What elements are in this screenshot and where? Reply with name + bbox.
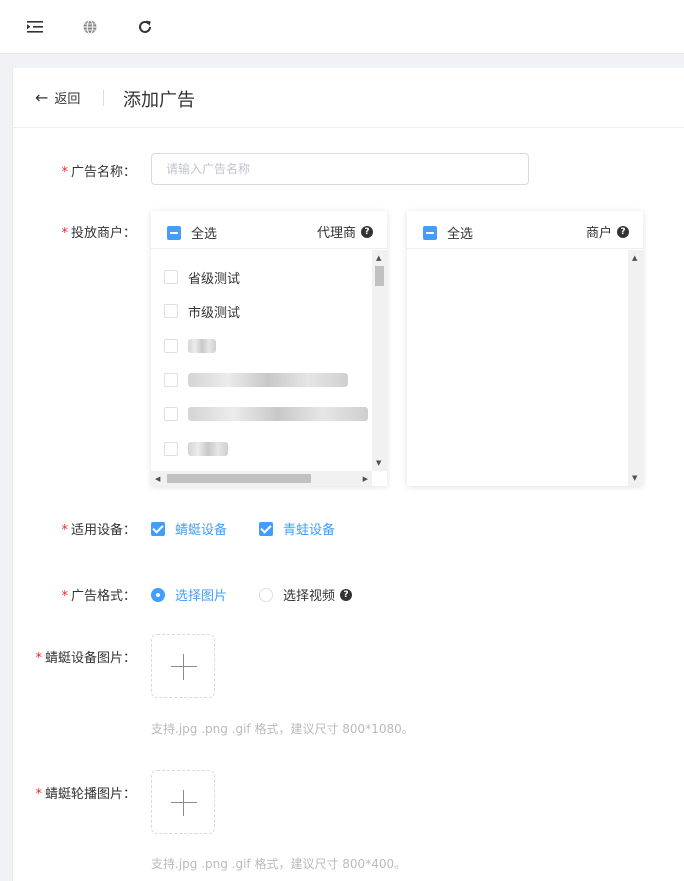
- plus-icon: [171, 666, 197, 667]
- required-mark: *: [61, 165, 68, 180]
- devices-label-text: 适用设备：: [70, 523, 136, 538]
- scroll-down-icon[interactable]: ▼: [376, 459, 381, 467]
- dragonfly-image-label-text: 蜻蜓设备图片：: [44, 651, 136, 666]
- main-card: ← 返回 添加广告 *广告名称： *投放商户： 全选 代理商 ? 省级测试: [12, 68, 684, 881]
- scroll-up-icon[interactable]: ▲: [376, 254, 381, 262]
- merchant-panel-header: 全选 商户 ?: [407, 211, 643, 249]
- back-button[interactable]: ← 返回: [35, 88, 80, 107]
- required-mark: *: [35, 651, 42, 666]
- agent-title-text: 代理商: [316, 226, 356, 241]
- image-format-radio[interactable]: 选择图片: [151, 585, 227, 604]
- plus-icon-vertical: [183, 654, 184, 680]
- required-mark: *: [35, 787, 42, 802]
- checkbox-checked-icon: [151, 521, 165, 536]
- checkbox-label: 青蛙设备: [283, 523, 336, 538]
- checkbox[interactable]: [164, 407, 178, 421]
- merchant-title-text: 商户: [585, 226, 612, 241]
- page-title: 添加广告: [123, 90, 195, 111]
- ad-name-label-text: 广告名称：: [70, 165, 136, 180]
- checkbox[interactable]: [164, 442, 178, 456]
- select-all-label: 全选: [447, 227, 474, 242]
- radio-label: 选择视频: [283, 589, 336, 604]
- list-item-label: 省级测试: [188, 271, 241, 287]
- back-label: 返回: [54, 92, 81, 107]
- checkbox[interactable]: [164, 304, 178, 318]
- agent-panel-title: 代理商 ?: [317, 222, 373, 241]
- redacted-label: [188, 373, 348, 387]
- merchant-select-all-checkbox[interactable]: 全选: [423, 223, 473, 242]
- dragonfly-image-upload[interactable]: [151, 634, 215, 698]
- ad-name-label: * 广告名称：: [61, 161, 136, 180]
- select-all-label: 全选: [191, 227, 218, 242]
- ad-format-label-text: 广告格式：: [70, 589, 136, 604]
- radio-label: 选择图片: [175, 589, 228, 604]
- scroll-right-icon[interactable]: ▶: [363, 475, 368, 483]
- dragonfly-carousel-upload[interactable]: [151, 770, 215, 834]
- checkbox[interactable]: [164, 270, 178, 284]
- merchant-list: ▲ ▼: [407, 250, 643, 486]
- required-mark: *: [61, 523, 68, 538]
- list-item[interactable]: [164, 439, 228, 459]
- scroll-up-icon[interactable]: ▲: [632, 254, 637, 262]
- checkbox-checked-icon: [259, 521, 273, 536]
- list-item-label: 市级测试: [188, 305, 241, 321]
- page-header: ← 返回 添加广告: [13, 68, 684, 128]
- agent-list: 省级测试 市级测试 ▲ ▼ ◀ ▶: [151, 250, 387, 486]
- dragonfly-carousel-label: * 蜻蜓轮播图片：: [35, 783, 136, 802]
- scroll-down-icon[interactable]: ▼: [632, 474, 637, 482]
- refresh-icon[interactable]: [135, 17, 155, 37]
- required-mark: *: [61, 226, 68, 241]
- ad-name-input[interactable]: [151, 153, 529, 185]
- question-icon[interactable]: ?: [340, 588, 353, 601]
- checkbox-label: 蜻蜓设备: [175, 523, 228, 538]
- header-divider: [103, 90, 104, 106]
- dragonfly-image-label: * 蜻蜓设备图片：: [35, 647, 136, 666]
- devices-label: * 适用设备：: [61, 519, 136, 538]
- agent-select-all-checkbox[interactable]: 全选: [167, 223, 217, 242]
- scrollbar-thumb[interactable]: [167, 474, 311, 483]
- dragonfly-carousel-label-text: 蜻蜓轮播图片：: [44, 787, 136, 802]
- agent-vertical-scrollbar[interactable]: ▲ ▼: [372, 250, 387, 471]
- merchants-label: * 投放商户：: [61, 222, 136, 241]
- required-mark: *: [61, 589, 68, 604]
- list-item[interactable]: [164, 336, 216, 356]
- list-item[interactable]: 省级测试: [164, 267, 240, 287]
- merchant-vertical-scrollbar[interactable]: ▲ ▼: [628, 250, 643, 486]
- ad-format-label: * 广告格式：: [61, 585, 136, 604]
- arrow-left-icon: ←: [35, 87, 49, 107]
- dragonfly-carousel-hint: 支持.jpg .png .gif 格式，建议尺寸 800*400。: [151, 857, 407, 871]
- checkbox[interactable]: [164, 373, 178, 387]
- plus-icon-vertical: [183, 790, 184, 816]
- checkbox[interactable]: [164, 339, 178, 353]
- scroll-left-icon[interactable]: ◀: [155, 475, 160, 483]
- question-icon[interactable]: ?: [617, 225, 629, 238]
- video-format-radio[interactable]: 选择视频 ?: [259, 585, 353, 604]
- redacted-label: [188, 339, 216, 353]
- merchant-transfer-panel: 全选 商户 ? ▲ ▼: [407, 211, 643, 486]
- checkbox-indeterminate-icon: [167, 225, 181, 240]
- list-item[interactable]: [164, 404, 368, 424]
- scrollbar-thumb[interactable]: [375, 266, 384, 286]
- top-toolbar: [0, 0, 684, 54]
- agent-horizontal-scrollbar[interactable]: ◀ ▶: [151, 471, 372, 486]
- list-item[interactable]: 市级测试: [164, 301, 240, 321]
- question-icon[interactable]: ?: [361, 225, 373, 238]
- radio-selected-icon: [151, 587, 165, 602]
- agent-transfer-panel: 全选 代理商 ? 省级测试 市级测试 ▲ ▼ ◀ ▶: [151, 211, 387, 486]
- checkbox-indeterminate-icon: [423, 225, 437, 240]
- frog-device-checkbox[interactable]: 青蛙设备: [259, 519, 335, 538]
- globe-icon[interactable]: [80, 17, 100, 37]
- redacted-label: [188, 407, 368, 421]
- menu-fold-icon[interactable]: [25, 17, 45, 37]
- list-item[interactable]: [164, 370, 348, 390]
- dragonfly-device-checkbox[interactable]: 蜻蜓设备: [151, 519, 227, 538]
- plus-icon: [171, 802, 197, 803]
- agent-panel-header: 全选 代理商 ?: [151, 211, 387, 249]
- radio-unselected-icon: [259, 587, 273, 602]
- redacted-label: [188, 442, 228, 456]
- merchants-label-text: 投放商户：: [70, 226, 136, 241]
- dragonfly-image-hint: 支持.jpg .png .gif 格式，建议尺寸 800*1080。: [151, 722, 414, 736]
- merchant-panel-title: 商户 ?: [586, 222, 629, 241]
